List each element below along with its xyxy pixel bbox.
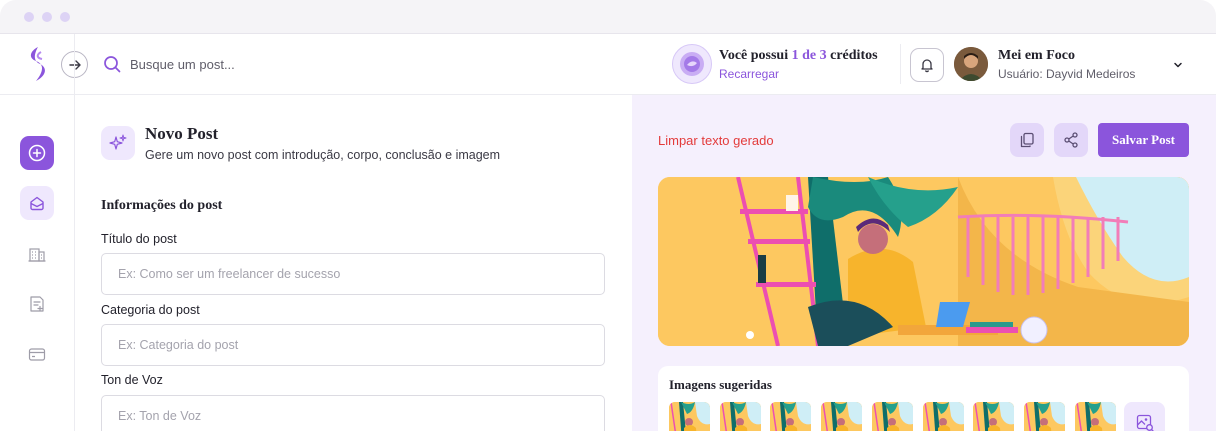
- window-dot-close[interactable]: [24, 12, 34, 22]
- window-dot-maximize[interactable]: [60, 12, 70, 22]
- suggested-image-thumbnail[interactable]: [669, 402, 710, 431]
- new-post-icon-badge: [101, 126, 135, 160]
- post-category-label: Categoria do post: [101, 303, 200, 317]
- credits-count: 1 de 3: [791, 48, 827, 63]
- page-subtitle: Gere um novo post com introdução, corpo,…: [145, 148, 501, 162]
- notifications-button[interactable]: [910, 48, 944, 82]
- user-name: Mei em Foco: [998, 48, 1075, 63]
- suggested-image-thumbnail[interactable]: [973, 402, 1015, 431]
- card-icon: [28, 348, 46, 361]
- suggested-image-thumbnail[interactable]: [770, 402, 812, 431]
- document-add-icon: [30, 296, 44, 312]
- freelancer-illustration-icon: [658, 177, 1189, 346]
- more-images-button[interactable]: [1124, 402, 1165, 431]
- building-icon: [28, 248, 46, 262]
- credits-avatar: [672, 44, 712, 84]
- image-search-icon: [1136, 414, 1154, 431]
- window-dot-minimize[interactable]: [42, 12, 52, 22]
- suggested-image-thumbnail[interactable]: [719, 402, 761, 431]
- suggested-image-thumbnail[interactable]: [871, 402, 913, 431]
- copy-button[interactable]: [1010, 123, 1044, 157]
- search-icon: [104, 56, 121, 73]
- sparkles-icon: [109, 134, 127, 150]
- chevron-down-icon[interactable]: [1171, 58, 1185, 72]
- bell-icon: [921, 59, 933, 73]
- generated-post-image: [658, 177, 1189, 346]
- sidebar-divider: [74, 34, 75, 431]
- credits-prefix: Você possui: [719, 48, 792, 63]
- credits-coin-icon: [680, 52, 704, 76]
- sidebar-item-inbox[interactable]: [20, 186, 54, 220]
- preview-panel: Limpar texto gerado Salvar Post Imagens …: [632, 95, 1216, 431]
- post-category-input[interactable]: [101, 324, 605, 366]
- user-photo-icon: [954, 47, 988, 81]
- inbox-icon: [30, 196, 44, 211]
- sidebar-item-posts[interactable]: [20, 287, 54, 321]
- section-title: Informações do post: [101, 198, 223, 213]
- share-icon: [1064, 132, 1078, 148]
- tone-of-voice-label: Ton de Voz: [101, 373, 163, 387]
- user-avatar[interactable]: [954, 47, 988, 81]
- suggested-image-thumbnail[interactable]: [1074, 402, 1116, 431]
- suggested-image-thumbnail[interactable]: [922, 402, 964, 431]
- copy-icon: [1020, 132, 1034, 148]
- sidebar-item-billing[interactable]: [20, 337, 54, 371]
- sidebar-item-companies[interactable]: [20, 237, 54, 271]
- suggested-image-thumbnail[interactable]: [1023, 402, 1065, 431]
- suggested-images-card: Imagens sugeridas: [658, 366, 1189, 431]
- recharge-link[interactable]: Recarregar: [719, 67, 779, 81]
- search-input[interactable]: [130, 52, 430, 76]
- page-title: Novo Post: [145, 124, 219, 143]
- suggested-images-title: Imagens sugeridas: [669, 377, 772, 392]
- window-title-bar: [0, 0, 1216, 34]
- header-divider: [900, 44, 901, 84]
- credits-text: Você possui 1 de 3 créditos: [719, 48, 878, 64]
- post-title-label: Título do post: [101, 232, 177, 246]
- user-subtitle: Usuário: Dayvid Medeiros: [998, 67, 1136, 81]
- suggested-image-thumbnail[interactable]: [821, 402, 863, 431]
- clear-generated-text-button[interactable]: Limpar texto gerado: [658, 133, 774, 148]
- share-button[interactable]: [1054, 123, 1088, 157]
- sidebar-item-new-post[interactable]: [20, 136, 54, 170]
- tone-of-voice-input[interactable]: [101, 395, 605, 431]
- post-title-input[interactable]: [101, 253, 605, 295]
- credits-suffix: créditos: [826, 48, 878, 63]
- save-post-button[interactable]: Salvar Post: [1098, 123, 1189, 157]
- plus-circle-icon: [28, 144, 46, 162]
- brand-logo-icon[interactable]: [24, 46, 50, 82]
- top-header: Você possui 1 de 3 créditos Recarregar M…: [0, 34, 1216, 95]
